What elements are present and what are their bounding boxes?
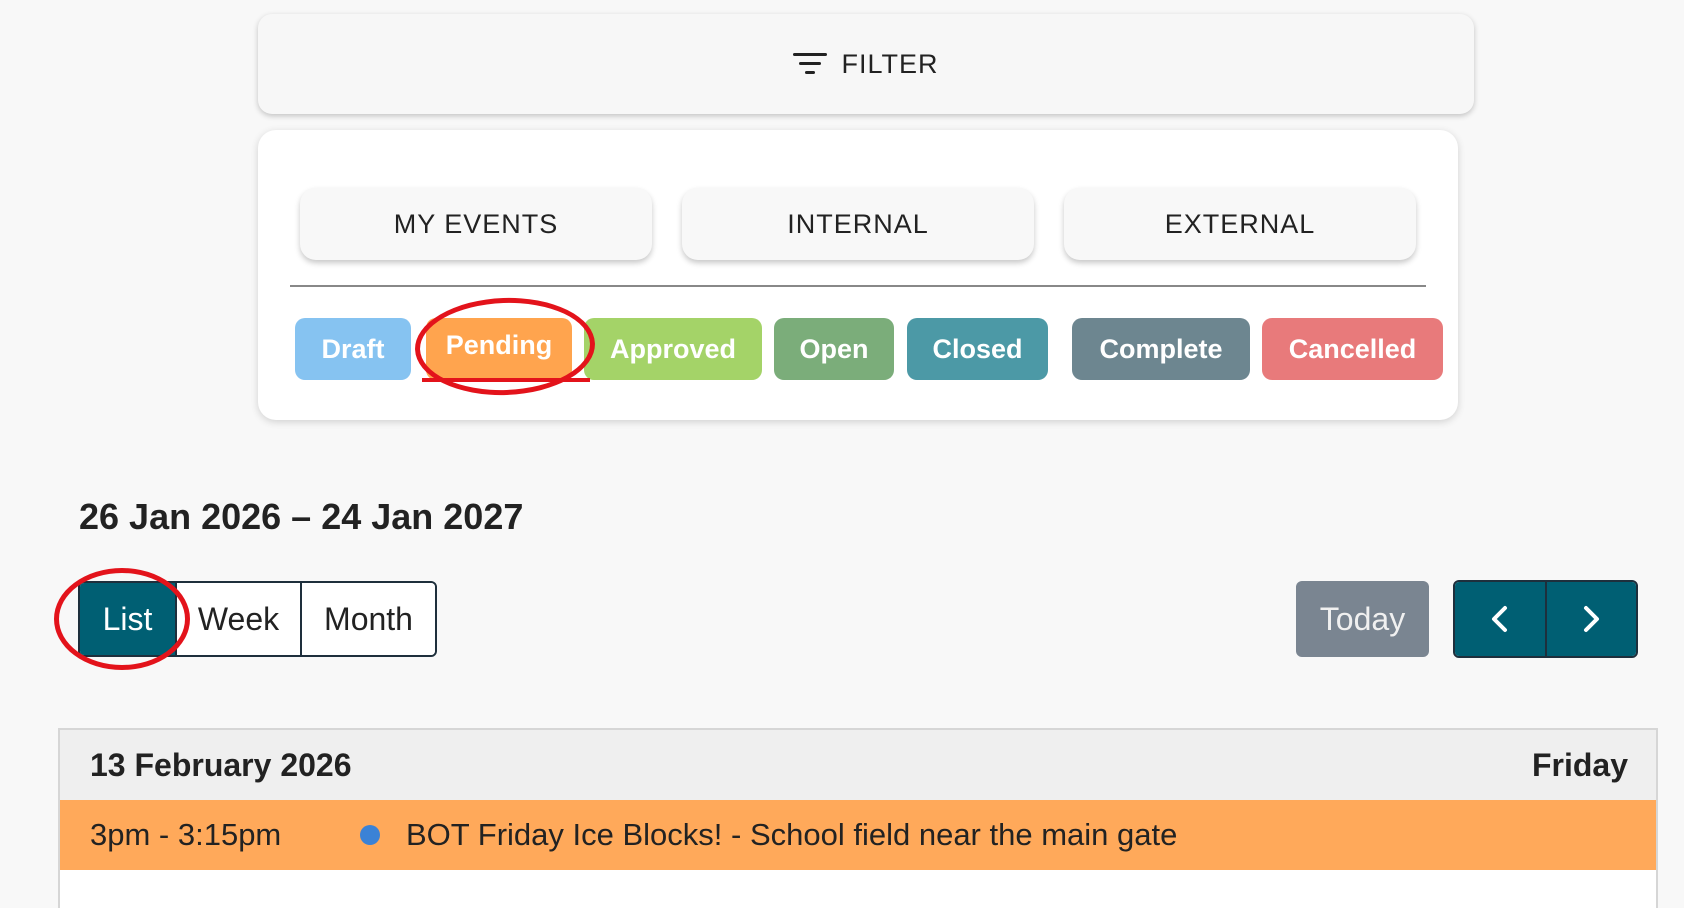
filter-toggle[interactable]: FILTER — [258, 14, 1474, 114]
day-date: 13 February 2026 — [90, 746, 352, 783]
event-title: BOT Friday Ice Blocks! - School field ne… — [406, 817, 1178, 852]
list-view-button[interactable]: List — [80, 583, 175, 655]
status-chip-complete[interactable]: Complete — [1072, 318, 1250, 380]
today-button[interactable]: Today — [1296, 581, 1429, 657]
month-view-button[interactable]: Month — [300, 583, 435, 655]
status-chip-closed[interactable]: Closed — [907, 318, 1048, 380]
view-switcher: List Week Month — [78, 581, 437, 657]
chevron-right-icon — [1584, 606, 1600, 632]
next-button[interactable] — [1544, 582, 1636, 656]
event-row[interactable]: 3pm - 3:15pm BOT Friday Ice Blocks! - Sc… — [60, 800, 1656, 870]
divider — [290, 285, 1426, 287]
event-dot — [360, 825, 380, 845]
week-view-button[interactable]: Week — [175, 583, 300, 655]
internal-button[interactable]: INTERNAL — [682, 188, 1034, 260]
event-time: 3pm - 3:15pm — [90, 817, 282, 852]
previous-button[interactable] — [1455, 582, 1545, 656]
day-header: 13 February 2026 Friday — [60, 730, 1656, 800]
date-navigation — [1453, 580, 1638, 658]
external-button[interactable]: EXTERNAL — [1064, 188, 1416, 260]
my-events-button[interactable]: MY EVENTS — [300, 188, 652, 260]
date-range-title: 26 Jan 2026 – 24 Jan 2027 — [79, 496, 524, 537]
filter-panel: MY EVENTS INTERNAL EXTERNAL Draft Pendin… — [258, 130, 1458, 420]
status-chip-open[interactable]: Open — [774, 318, 894, 380]
status-chip-draft[interactable]: Draft — [295, 318, 411, 380]
status-chip-pending[interactable]: Pending — [426, 318, 572, 380]
filter-icon — [793, 51, 828, 77]
day-weekday: Friday — [1531, 746, 1628, 783]
chevron-left-icon — [1491, 606, 1507, 632]
filter-label: FILTER — [841, 48, 939, 79]
status-chip-cancelled[interactable]: Cancelled — [1262, 318, 1443, 380]
event-list: 13 February 2026 Friday 3pm - 3:15pm BOT… — [58, 728, 1658, 908]
status-chip-approved[interactable]: Approved — [584, 318, 762, 380]
